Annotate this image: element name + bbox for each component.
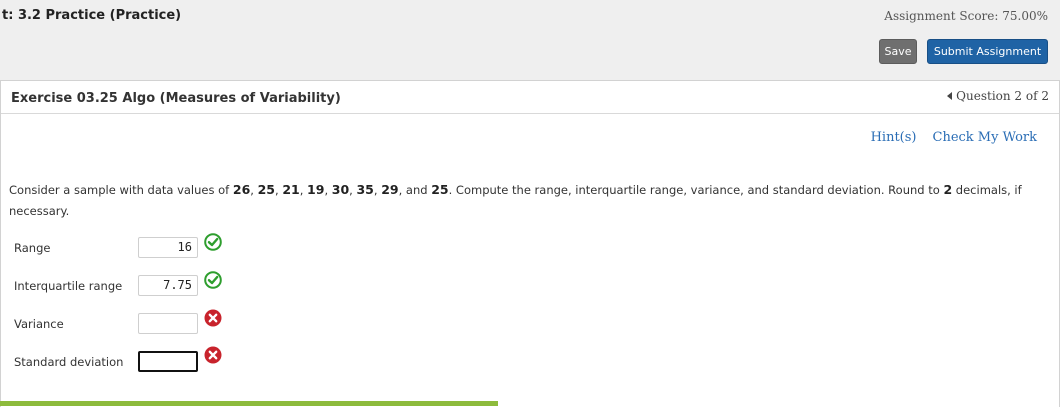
exercise-panel: Exercise 03.25 Algo (Measures of Variabi… (0, 80, 1060, 407)
data-value: 35 (356, 182, 374, 197)
answer-row-standard-deviation: Standard deviation (14, 350, 138, 374)
assignment-title: t: 3.2 Practice (Practice) (2, 8, 182, 23)
answer-label: Interquartile range (14, 279, 123, 293)
range-input[interactable]: 16 (138, 237, 198, 258)
question-text: Consider a sample with data values of 26… (9, 182, 1022, 218)
progress-bar (0, 401, 498, 406)
check-my-work-link[interactable]: Check My Work (933, 130, 1038, 145)
data-value: 19 (307, 182, 325, 197)
answer-label: Variance (14, 317, 64, 331)
data-value: 29 (381, 182, 399, 197)
prompt-after: . Compute the range, interquartile range… (448, 183, 944, 197)
exercise-title: Exercise 03.25 Algo (Measures of Variabi… (11, 91, 341, 106)
answer-row-variance: Variance (14, 312, 138, 336)
help-links: Hint(s) Check My Work (871, 130, 1037, 145)
question-nav[interactable]: Question 2 of 2 (947, 89, 1049, 103)
assignment-header: t: 3.2 Practice (Practice) Assignment Sc… (0, 0, 1060, 80)
incorrect-x-icon (204, 309, 222, 327)
data-value: 30 (331, 182, 350, 197)
question-nav-label: Question 2 of 2 (956, 89, 1049, 103)
answer-label: Range (14, 241, 51, 255)
round-digits: 2 (943, 182, 953, 197)
variance-input[interactable] (138, 313, 198, 334)
triangle-left-icon (947, 92, 953, 100)
answer-row-iqr: Interquartile range (14, 274, 138, 298)
correct-check-icon (204, 271, 222, 289)
answer-label: Standard deviation (14, 355, 124, 369)
hints-link[interactable]: Hint(s) (871, 130, 917, 145)
save-button[interactable]: Save (879, 39, 917, 64)
standard-deviation-input[interactable] (138, 351, 198, 372)
assignment-score: Assignment Score: 75.00% (884, 9, 1048, 23)
data-value: 21 (282, 182, 300, 197)
prompt-before: Consider a sample with data values of (9, 183, 233, 197)
correct-check-icon (204, 233, 222, 251)
answer-row-range: Range (14, 236, 138, 260)
data-value: 25 (431, 182, 449, 197)
exercise-header: Exercise 03.25 Algo (Measures of Variabi… (1, 81, 1059, 114)
submit-assignment-button[interactable]: Submit Assignment (927, 39, 1048, 64)
data-value: 26 (232, 182, 251, 197)
interquartile-range-input[interactable]: 7.75 (138, 275, 198, 296)
data-value: 25 (257, 182, 276, 197)
incorrect-x-icon (204, 346, 222, 364)
